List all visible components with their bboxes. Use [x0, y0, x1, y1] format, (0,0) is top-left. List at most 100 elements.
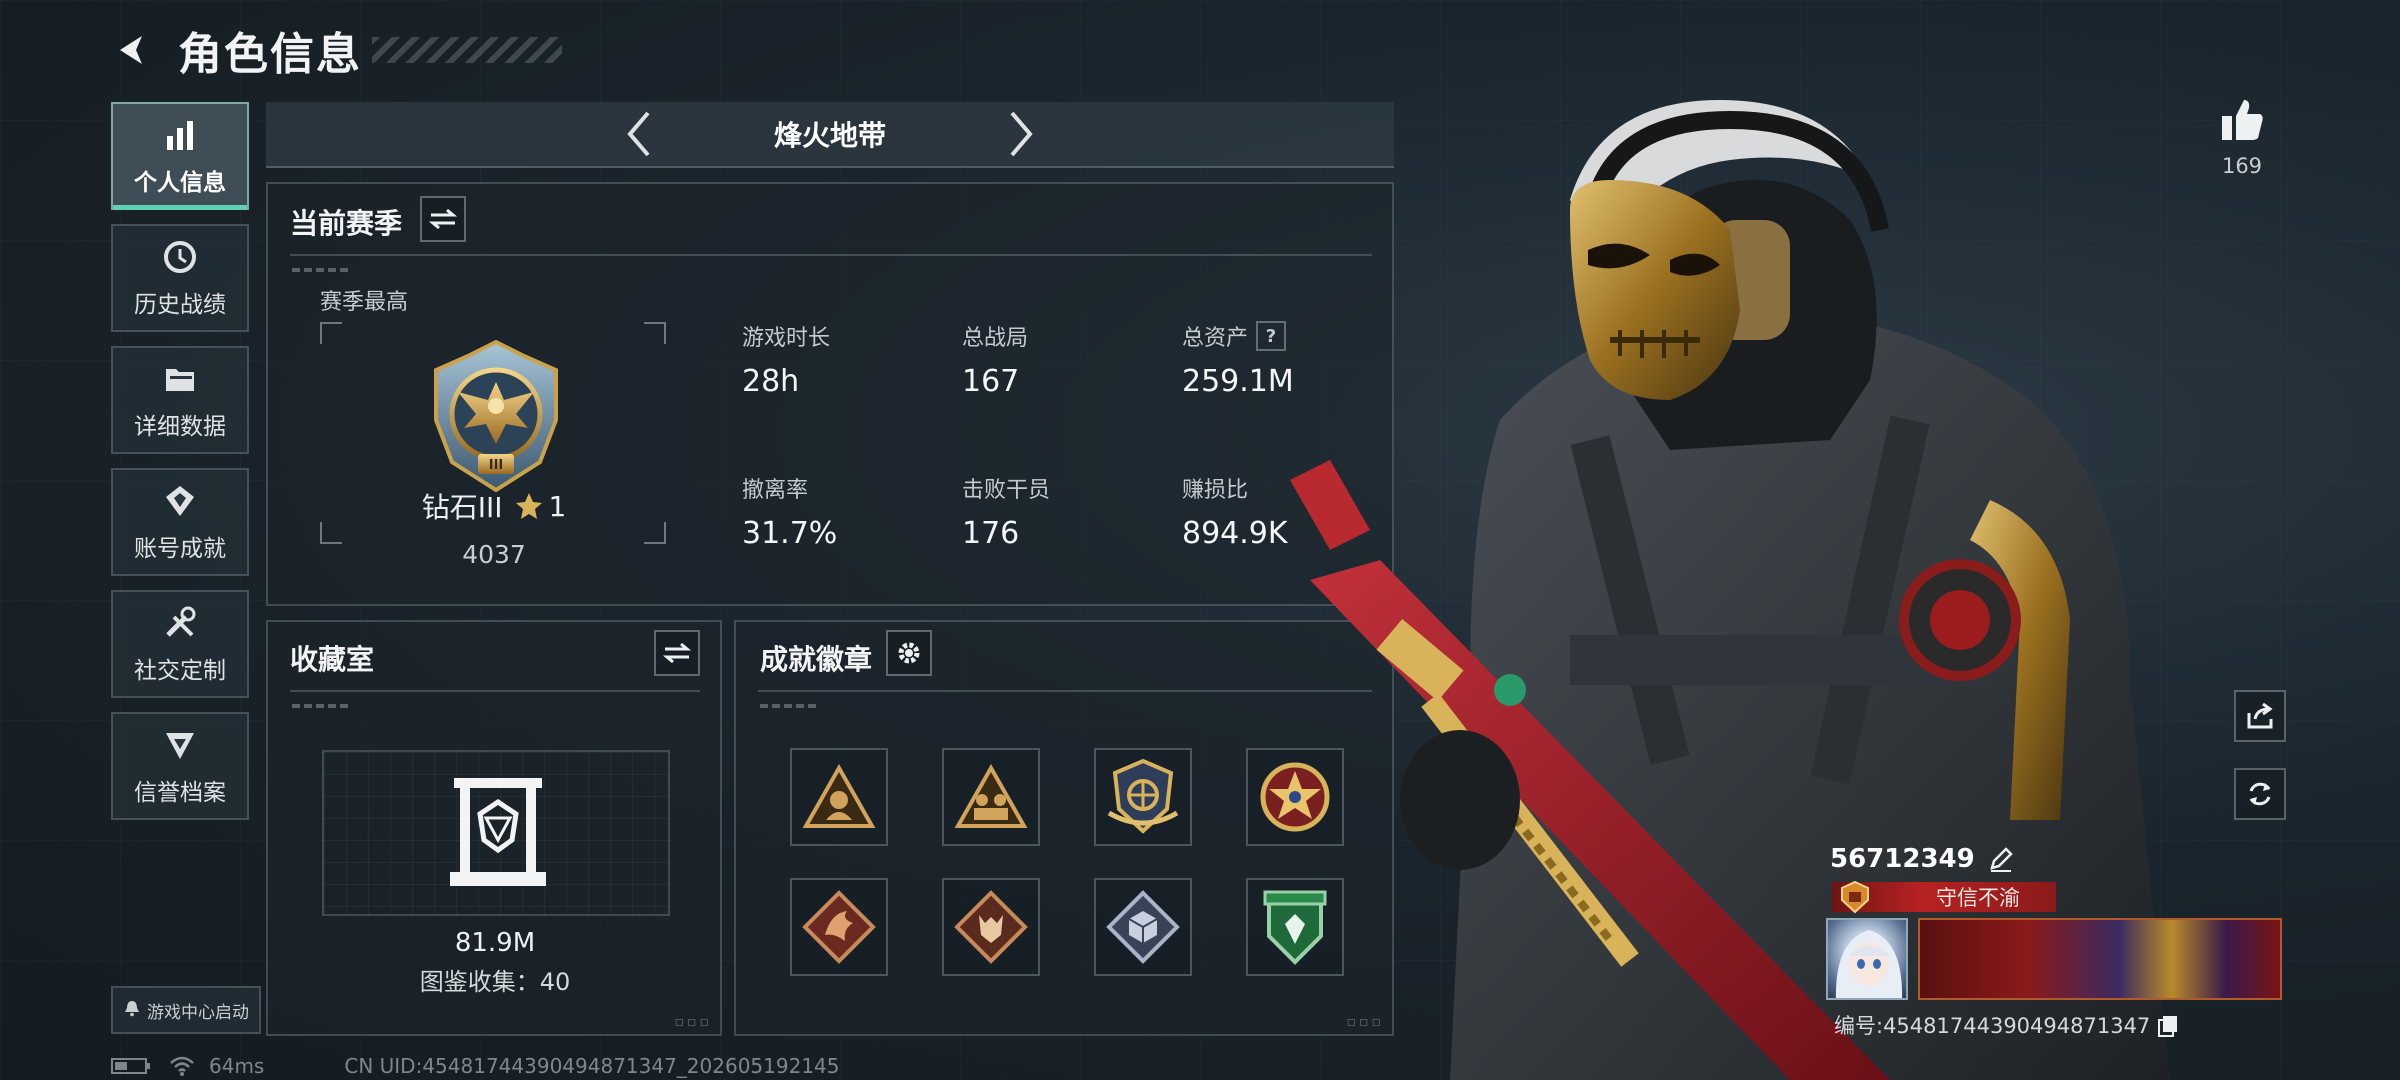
- collection-panel: 收藏室 81.9M 图鉴收集：40 ▫▫▫: [266, 620, 722, 1036]
- sidebar-item-detailed-data[interactable]: 详细数据: [111, 346, 249, 454]
- divider: [290, 254, 1372, 256]
- like-widget: 169: [2212, 96, 2272, 178]
- decor-dash: [760, 704, 820, 708]
- sidebar-item-achievements[interactable]: 账号成就: [111, 468, 249, 576]
- switch-icon: [663, 642, 691, 664]
- sidebar-item-history[interactable]: 历史战绩: [111, 224, 249, 332]
- collection-switch-button[interactable]: [654, 630, 700, 676]
- stat-play-time: 游戏时长 28h: [742, 320, 830, 399]
- refresh-button[interactable]: [2234, 768, 2286, 820]
- sidebar-item-label: 历史战绩: [134, 292, 226, 318]
- svg-text:III: III: [489, 458, 504, 473]
- cube-badge-icon: [1106, 890, 1180, 964]
- stat-value: 167: [962, 364, 1020, 399]
- title-decoration: [372, 37, 562, 63]
- sidebar-item-social[interactable]: 社交定制: [111, 590, 249, 698]
- shield-badge-icon: [1107, 758, 1179, 834]
- credit-icon: [160, 725, 200, 765]
- like-button[interactable]: [2212, 96, 2272, 148]
- collection-count: 图鉴收集：40: [419, 968, 571, 996]
- launch-label: 游戏中心启动: [147, 1002, 249, 1023]
- edit-icon[interactable]: [1987, 845, 2015, 873]
- panel-title: 成就徽章: [760, 643, 873, 676]
- current-season-panel: 当前赛季 赛季最高 III 钻石III 1 4037 游戏时长 28h 总战局 …: [266, 182, 1394, 606]
- chevron-right-icon: [1010, 111, 1033, 157]
- stat-value: 176: [962, 516, 1020, 551]
- header: 角色信息: [110, 20, 562, 80]
- switch-icon: [429, 208, 457, 230]
- badge-dragon-diamond[interactable]: [790, 878, 888, 976]
- history-icon: [160, 237, 200, 277]
- rank-emblem-icon: III: [416, 336, 576, 496]
- avatar[interactable]: [1826, 918, 1908, 1000]
- sidebar-item-label: 信誉档案: [134, 780, 226, 806]
- badge-settings-button[interactable]: [886, 630, 932, 676]
- stat-label: 游戏时长: [742, 326, 831, 351]
- badge-wolf-diamond[interactable]: [942, 878, 1040, 976]
- back-button[interactable]: [110, 28, 154, 72]
- sidebar-item-label: 账号成就: [134, 536, 226, 562]
- bar-chart-icon: [160, 115, 200, 155]
- stat-total-matches: 总战局 167: [962, 320, 1028, 399]
- back-arrow-icon: [120, 36, 142, 64]
- triangle-badge-icon: [802, 764, 876, 828]
- game-center-launch-button[interactable]: 游戏中心启动: [111, 986, 261, 1034]
- battery-icon: [111, 1058, 150, 1074]
- mode-prev-button[interactable]: [614, 104, 664, 164]
- stat-label: 总战局: [962, 326, 1029, 351]
- wifi-icon: [170, 1056, 194, 1076]
- panel-title: 当前赛季: [290, 207, 403, 240]
- like-count: 169: [2221, 154, 2263, 178]
- badge-shield-wings[interactable]: [1094, 748, 1192, 846]
- player-title-tag: 守信不渝: [1832, 880, 2056, 914]
- dragon-badge-icon: [802, 890, 876, 964]
- rank-score: 4037: [462, 540, 526, 569]
- season-best-label: 赛季最高: [320, 290, 409, 315]
- player-uid-text: 编号:45481744390494871347: [1834, 1014, 2151, 1038]
- share-button[interactable]: [2234, 690, 2286, 742]
- stat-label-text: 总资产: [1182, 326, 1249, 351]
- stat-operators-defeated: 击败干员 176: [962, 472, 1050, 551]
- bell-icon: [123, 999, 141, 1022]
- mode-next-button[interactable]: [996, 104, 1046, 164]
- sidebar: 个人信息 历史战绩 详细数据 账号成就 社交定制 信誉档案: [111, 102, 249, 834]
- achievement-icon: [160, 481, 200, 521]
- stat-value: 28h: [742, 364, 800, 399]
- wolf-badge-icon: [954, 890, 1028, 964]
- player-id: 56712349: [1830, 844, 2015, 874]
- tools-icon: [160, 603, 200, 643]
- sidebar-item-credit[interactable]: 信誉档案: [111, 712, 249, 820]
- sidebar-item-label: 社交定制: [134, 658, 226, 684]
- player-banner[interactable]: [1918, 918, 2282, 1000]
- triangle-badge-icon: [954, 764, 1028, 828]
- gear-icon: [898, 642, 920, 664]
- title-tag-text: 守信不渝: [1936, 886, 2020, 910]
- sidebar-item-personal-info[interactable]: 个人信息: [111, 102, 249, 210]
- rank-name: 钻石III 1: [324, 486, 664, 526]
- chevron-left-icon: [627, 111, 650, 157]
- badge-triangle-soldiers[interactable]: [942, 748, 1040, 846]
- status-bar: 64ms CN UID:45481744390494871347_2026051…: [111, 1054, 840, 1078]
- thumbs-up-icon: [2222, 100, 2263, 140]
- gem-pedestal-icon: [450, 778, 546, 886]
- ping-text: 64ms: [209, 1054, 265, 1078]
- stat-label: 击败干员: [962, 478, 1051, 503]
- collection-display[interactable]: [322, 750, 670, 916]
- stat-value: 31.7%: [742, 516, 838, 551]
- divider: [290, 690, 700, 692]
- season-switch-button[interactable]: [420, 196, 466, 242]
- rank-stars: 1: [548, 489, 567, 523]
- collection-value: 81.9M: [454, 928, 536, 958]
- badge-cube-diamond[interactable]: [1094, 878, 1192, 976]
- badge-triangle-portrait[interactable]: [790, 748, 888, 846]
- share-icon: [2247, 702, 2273, 729]
- mode-selector: 烽火地带: [266, 102, 1394, 168]
- star-icon: [516, 493, 543, 519]
- panel-title: 收藏室: [290, 643, 375, 676]
- sidebar-item-label: 个人信息: [134, 170, 226, 196]
- player-uid: 编号:45481744390494871347: [1834, 1010, 2180, 1040]
- title-emblem-icon: [1841, 880, 1869, 914]
- stat-extraction-rate: 撤离率 31.7%: [742, 472, 837, 551]
- stat-label: 撤离率: [742, 478, 809, 503]
- copy-icon[interactable]: [2156, 1013, 2180, 1037]
